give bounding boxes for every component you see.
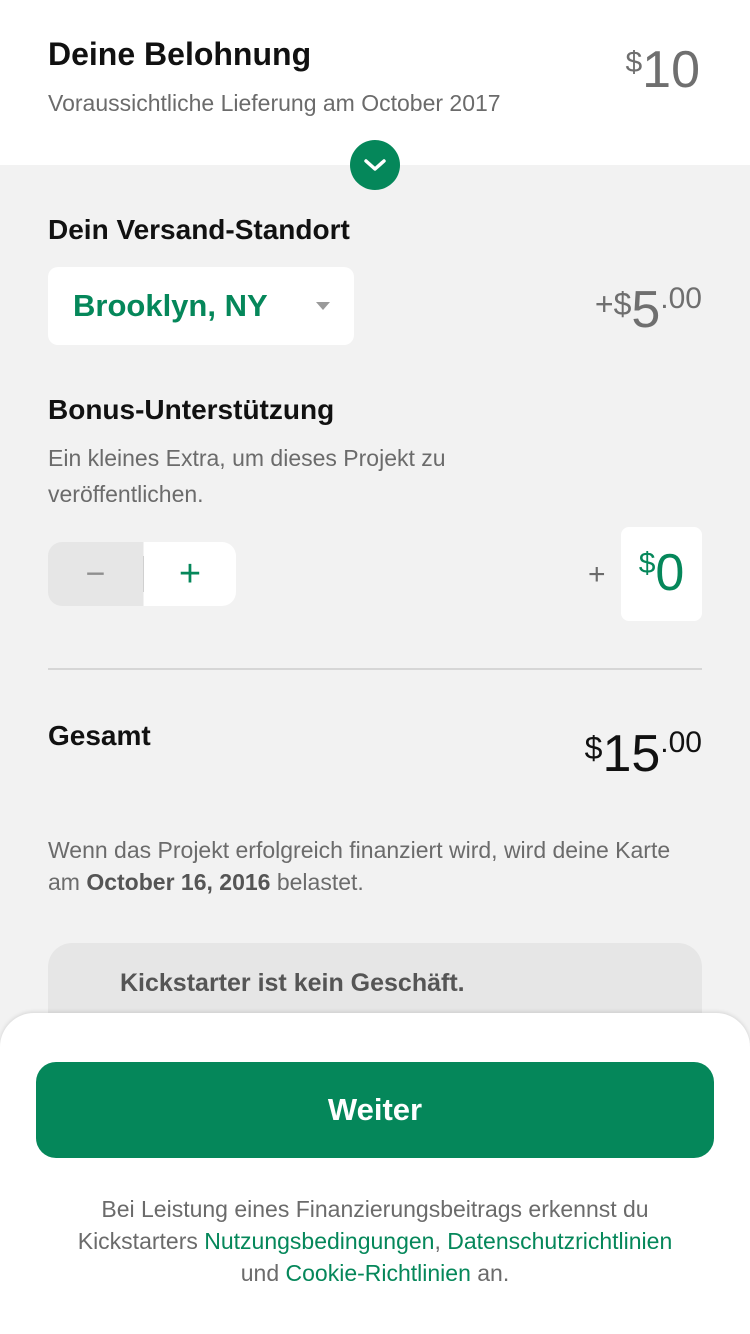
bonus-value: 0	[655, 544, 685, 602]
shipping-location-value: Brooklyn, NY	[73, 288, 268, 323]
cookie-link[interactable]: Cookie-Richtlinien	[286, 1260, 471, 1286]
shipping-price-prefix: +$	[594, 286, 632, 322]
bonus-heading: Bonus-Unterstützung	[48, 394, 335, 425]
total-amount: $15.00	[585, 724, 702, 784]
shipping-heading: Dein Versand-Standort	[48, 214, 350, 245]
reward-currency: $	[625, 46, 643, 79]
chevron-down-icon	[364, 159, 386, 171]
legal-text: Bei Leistung eines Finanzierungsbeitrags…	[60, 1193, 690, 1289]
reward-amount: $10	[625, 40, 700, 100]
continue-button[interactable]: Weiter	[36, 1062, 714, 1158]
total-whole: 15	[602, 725, 661, 783]
divider	[48, 668, 702, 670]
shipping-price-whole: 5	[631, 281, 661, 339]
caret-down-icon	[316, 302, 330, 310]
bottom-sheet: Weiter Bei Leistung eines Finanzierungsb…	[0, 1013, 750, 1334]
bonus-currency: $	[638, 547, 656, 580]
info-card-title: Kickstarter ist kein Geschäft.	[120, 969, 465, 997]
bonus-amount-field[interactable]: $0	[621, 527, 702, 621]
collapse-reward-button[interactable]	[350, 140, 400, 190]
charge-note: Wenn das Projekt erfolgreich finanziert …	[48, 834, 708, 898]
legal-text-2: ,	[434, 1228, 448, 1254]
estimated-delivery: Voraussichtliche Lieferung am October 20…	[48, 90, 501, 116]
shipping-price-cents: .00	[660, 282, 702, 315]
reward-value: 10	[642, 41, 700, 99]
bonus-description: Ein kleines Extra, um dieses Projekt zu …	[48, 445, 446, 507]
legal-text-3: und	[240, 1260, 286, 1286]
privacy-link[interactable]: Datenschutzrichtlinien	[447, 1228, 672, 1254]
charge-date: October 16, 2016	[86, 869, 271, 895]
charge-note-end: belastet.	[270, 869, 364, 895]
decrease-bonus-button[interactable]: −	[48, 542, 143, 606]
total-currency: $	[584, 730, 603, 766]
bonus-plus-sign: +	[588, 558, 606, 591]
increase-bonus-button[interactable]: +	[144, 542, 236, 606]
total-cents: .00	[660, 726, 702, 759]
terms-link[interactable]: Nutzungsbedingungen	[204, 1228, 434, 1254]
shipping-price: +$ 5.00	[595, 280, 702, 340]
total-label: Gesamt	[48, 720, 151, 751]
reward-title: Deine Belohnung	[48, 36, 312, 72]
legal-text-4: an.	[470, 1260, 510, 1286]
shipping-location-select[interactable]: Brooklyn, NY	[48, 267, 354, 345]
bonus-stepper: − +	[48, 542, 236, 606]
